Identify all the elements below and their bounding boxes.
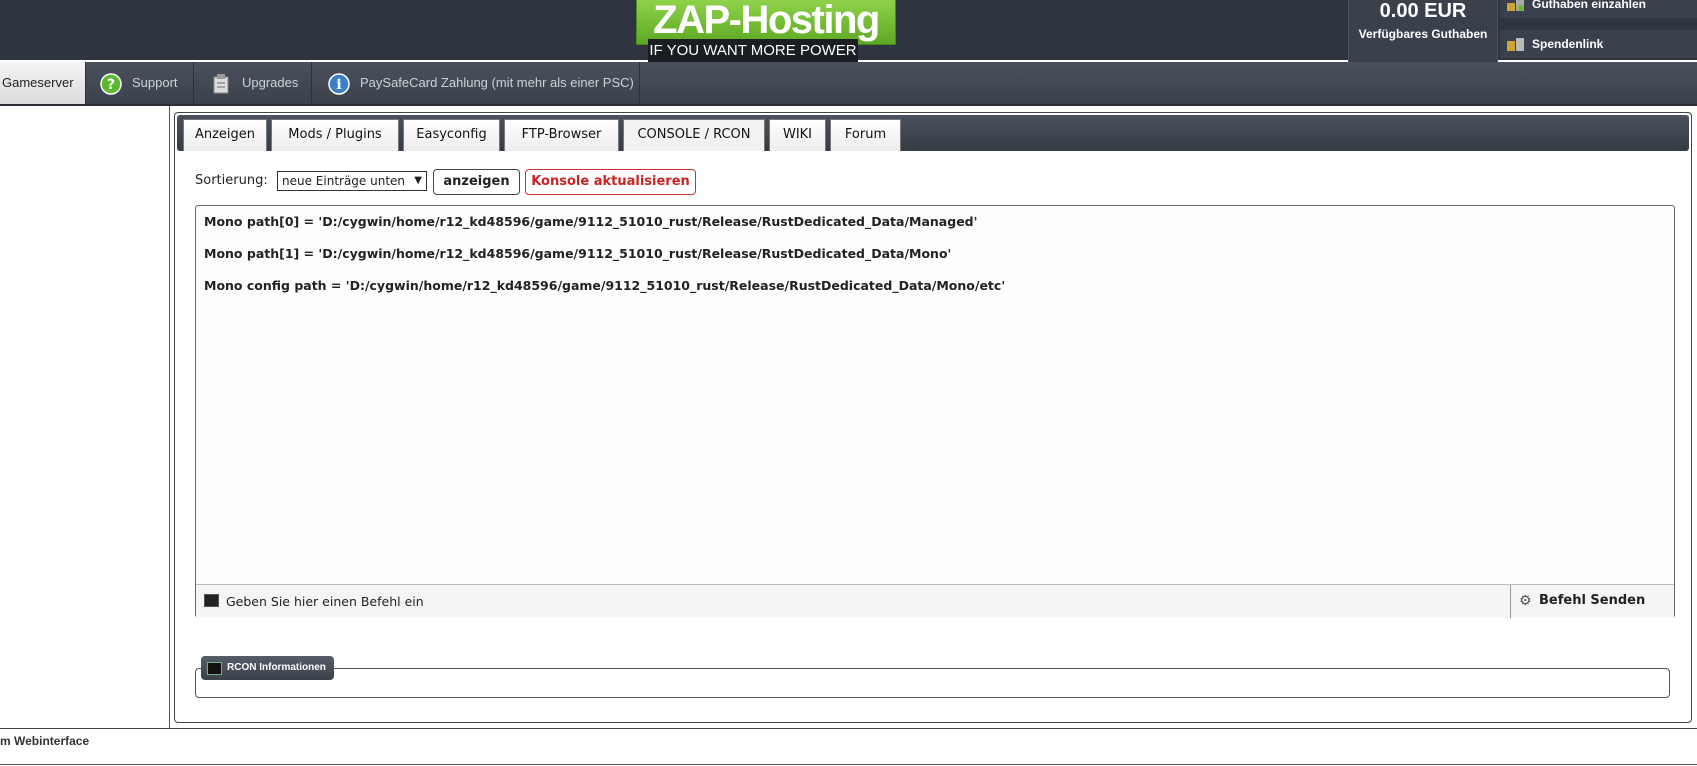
- logo-tagline: IF YOU WANT MORE POWER: [648, 39, 858, 63]
- nav-upgrades[interactable]: Upgrades: [194, 62, 312, 104]
- footer-divider: [0, 764, 1697, 765]
- tab-easyconfig[interactable]: Easyconfig: [403, 119, 500, 151]
- nav-support-label: Support: [132, 75, 178, 90]
- nav-upgrades-label: Upgrades: [242, 75, 299, 90]
- sidebar: [0, 106, 170, 728]
- rcon-info-box: [195, 668, 1670, 698]
- deposit-credit-label: Guthaben einzahlen: [1532, 0, 1647, 11]
- show-button[interactable]: anzeigen: [433, 169, 520, 195]
- dropdown-arrow-icon: ▼: [414, 175, 422, 186]
- sort-select[interactable]: neue Einträge unten ▼: [277, 171, 427, 191]
- tab-mods-plugins[interactable]: Mods / Plugins: [271, 119, 399, 151]
- console-line: Mono config path = 'D:/cygwin/home/r12_k…: [204, 278, 1006, 293]
- nav-support[interactable]: ? Support: [86, 62, 194, 104]
- command-input[interactable]: Geben Sie hier einen Befehl ein: [204, 594, 424, 609]
- balance-label: Verfügbares Guthaben: [1358, 27, 1488, 41]
- console-line: Mono path[0] = 'D:/cygwin/home/r12_kd485…: [204, 214, 978, 229]
- balance-box: 0.00 EUR Verfügbares Guthaben: [1348, 0, 1498, 64]
- nav-paysafecard[interactable]: i PaySafeCard Zahlung (mit mehr als eine…: [312, 62, 640, 104]
- tab-wiki[interactable]: WIKI: [769, 119, 826, 151]
- rcon-info-label: RCON Informationen: [227, 662, 326, 673]
- main-nav: Gameserver ? Support Upgrades i PaySafeC…: [0, 62, 1697, 106]
- footer-text: m Webinterface: [0, 734, 90, 748]
- sort-selected-value: neue Einträge unten: [282, 174, 406, 188]
- sort-label: Sortierung:: [195, 173, 268, 188]
- terminal-icon: [207, 662, 222, 675]
- terminal-icon: [204, 594, 219, 607]
- donation-label: Spendenlink: [1532, 37, 1604, 51]
- command-placeholder: Geben Sie hier einen Befehl ein: [226, 594, 424, 609]
- gear-icon: ⚙: [1519, 593, 1532, 609]
- upgrade-icon: [213, 74, 229, 94]
- money-icon: [1507, 38, 1524, 51]
- balance-amount: 0.00 EUR: [1379, 0, 1467, 22]
- refresh-console-button[interactable]: Konsole aktualisieren: [525, 169, 696, 195]
- header: ZAP-Hosting IF YOU WANT MORE POWER 0.00 …: [0, 0, 1697, 64]
- nav-gameserver[interactable]: Gameserver: [0, 62, 86, 104]
- deposit-credit-link[interactable]: Guthaben einzahlen: [1500, 0, 1697, 18]
- tab-forum[interactable]: Forum: [830, 119, 901, 151]
- send-command-button[interactable]: ⚙ Befehl Senden: [1510, 585, 1674, 618]
- send-command-label: Befehl Senden: [1539, 593, 1646, 608]
- content-panel: Anzeigen Mods / Plugins Easyconfig FTP-B…: [174, 112, 1692, 723]
- zap-hosting-logo[interactable]: ZAP-Hosting IF YOU WANT MORE POWER: [636, 0, 896, 66]
- question-icon: ?: [100, 73, 122, 95]
- svg-text:?: ?: [107, 77, 115, 93]
- coins-icon: [1507, 0, 1524, 11]
- nav-gameserver-label: Gameserver: [2, 75, 74, 90]
- rcon-info-legend[interactable]: RCON Informationen: [201, 656, 334, 680]
- tab-ftp-browser[interactable]: FTP-Browser: [504, 119, 619, 151]
- info-icon: i: [328, 73, 350, 95]
- tab-console-rcon[interactable]: CONSOLE / RCON: [623, 119, 765, 151]
- tab-anzeigen[interactable]: Anzeigen: [183, 119, 267, 151]
- console-output[interactable]: Mono path[0] = 'D:/cygwin/home/r12_kd485…: [195, 205, 1675, 618]
- footer: m Webinterface: [0, 728, 1697, 766]
- tab-bar: Anzeigen Mods / Plugins Easyconfig FTP-B…: [177, 115, 1689, 151]
- console-lines: Mono path[0] = 'D:/cygwin/home/r12_kd485…: [204, 212, 1005, 308]
- command-bar: Geben Sie hier einen Befehl ein ⚙ Befehl…: [196, 584, 1674, 618]
- nav-paysafecard-label: PaySafeCard Zahlung (mit mehr als einer …: [360, 75, 634, 90]
- console-line: Mono path[1] = 'D:/cygwin/home/r12_kd485…: [204, 246, 952, 261]
- svg-text:i: i: [336, 77, 341, 93]
- donation-link[interactable]: Spendenlink: [1500, 30, 1697, 58]
